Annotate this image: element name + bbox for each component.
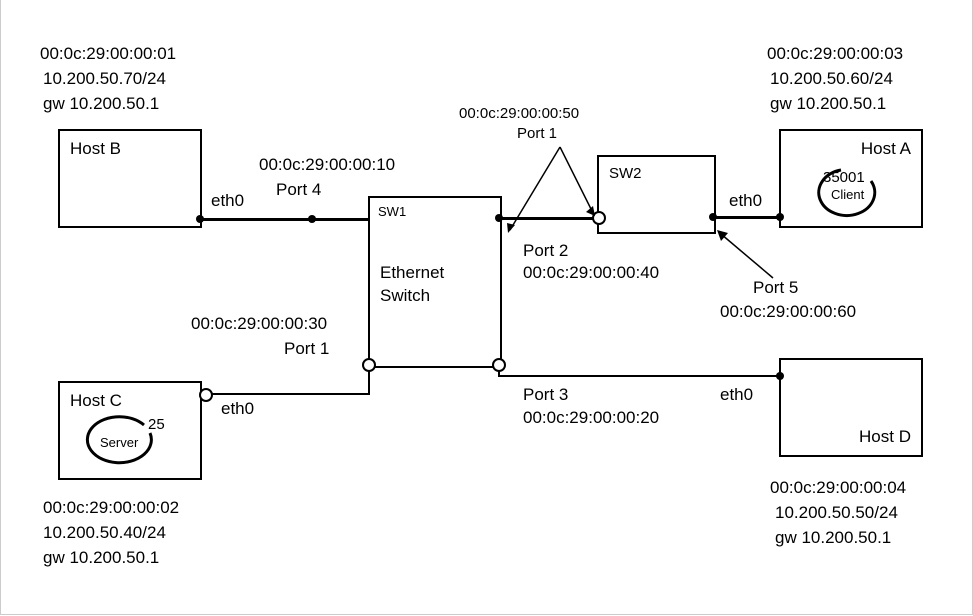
dot-sw1-port2 bbox=[495, 214, 503, 222]
circ-hostc-eth0 bbox=[199, 388, 213, 402]
hosta-box: Host A 35001 Client bbox=[779, 129, 923, 228]
dot-hostb-eth0 bbox=[196, 215, 204, 223]
link-hostc-horizontal bbox=[209, 393, 370, 395]
sw1-port4-mac: 00:0c:29:00:00:10 bbox=[259, 155, 395, 175]
sw1-port3-label: Port 3 bbox=[523, 385, 568, 405]
dot-hostd-eth0 bbox=[776, 372, 784, 380]
arrow-sw2-port1 bbox=[505, 145, 605, 240]
link-sw1-hostd bbox=[500, 375, 779, 377]
hostc-role: Server bbox=[100, 435, 138, 450]
hosta-gw: gw 10.200.50.1 bbox=[770, 94, 886, 114]
hosta-iface: eth0 bbox=[729, 191, 762, 211]
sw1-label: SW1 bbox=[378, 204, 406, 219]
hosta-ip: 10.200.50.60/24 bbox=[770, 69, 893, 89]
sw2-port1-label: Port 1 bbox=[517, 125, 557, 142]
circ-sw1-port1 bbox=[362, 358, 376, 372]
sw1-title2: Switch bbox=[380, 286, 430, 306]
sw1-port1-label: Port 1 bbox=[284, 339, 329, 359]
hostc-title: Host C bbox=[70, 391, 122, 411]
sw2-box: SW2 bbox=[597, 155, 716, 234]
dot-mid-b-sw1 bbox=[308, 215, 316, 223]
sw2-port1-mac: 00:0c:29:00:00:50 bbox=[459, 105, 579, 122]
link-sw2-hosta bbox=[714, 216, 779, 219]
network-diagram: 00:0c:29:00:00:01 10.200.50.70/24 gw 10.… bbox=[0, 0, 973, 616]
hostd-gw: gw 10.200.50.1 bbox=[775, 528, 891, 548]
hosta-title: Host A bbox=[861, 139, 911, 159]
sw2-label: SW2 bbox=[609, 165, 642, 182]
sw1-port2-label: Port 2 bbox=[523, 241, 568, 261]
hostb-box: Host B bbox=[58, 129, 202, 228]
hostc-box: Host C 25 Server bbox=[58, 381, 202, 480]
sw2-port5-label: Port 5 bbox=[753, 278, 798, 298]
hostd-title: Host D bbox=[859, 427, 911, 447]
hostc-mac: 00:0c:29:00:00:02 bbox=[43, 498, 179, 518]
hostb-mac: 00:0c:29:00:00:01 bbox=[40, 44, 176, 64]
sw1-port4-label: Port 4 bbox=[276, 180, 321, 200]
hostc-gw: gw 10.200.50.1 bbox=[43, 548, 159, 568]
hostb-iface: eth0 bbox=[211, 191, 244, 211]
circ-sw1-port3 bbox=[492, 358, 506, 372]
hosta-mac: 00:0c:29:00:00:03 bbox=[767, 44, 903, 64]
dot-sw2-right bbox=[709, 213, 717, 221]
hostd-iface: eth0 bbox=[720, 385, 753, 405]
sw1-title1: Ethernet bbox=[380, 263, 444, 283]
hostc-iface: eth0 bbox=[221, 399, 254, 419]
hostc-app-port: 25 bbox=[148, 416, 165, 433]
sw1-port2-mac: 00:0c:29:00:00:40 bbox=[523, 263, 659, 283]
hostd-box: Host D bbox=[779, 358, 923, 457]
sw1-port3-mac: 00:0c:29:00:00:20 bbox=[523, 408, 659, 428]
hostd-ip: 10.200.50.50/24 bbox=[775, 503, 898, 523]
sw1-port1-mac: 00:0c:29:00:00:30 bbox=[191, 314, 327, 334]
sw2-port5-mac: 00:0c:29:00:00:60 bbox=[720, 302, 856, 322]
sw1-box: SW1 Ethernet Switch bbox=[368, 196, 502, 368]
link-hostb-sw1 bbox=[200, 218, 368, 221]
hosta-role: Client bbox=[831, 187, 864, 202]
hostc-ip: 10.200.50.40/24 bbox=[43, 523, 166, 543]
dot-hosta-eth0 bbox=[776, 213, 784, 221]
hostb-gw: gw 10.200.50.1 bbox=[43, 94, 159, 114]
hostb-ip: 10.200.50.70/24 bbox=[43, 69, 166, 89]
hosta-app-port: 35001 bbox=[823, 169, 865, 186]
hostb-title: Host B bbox=[70, 139, 121, 159]
hostd-mac: 00:0c:29:00:00:04 bbox=[770, 478, 906, 498]
